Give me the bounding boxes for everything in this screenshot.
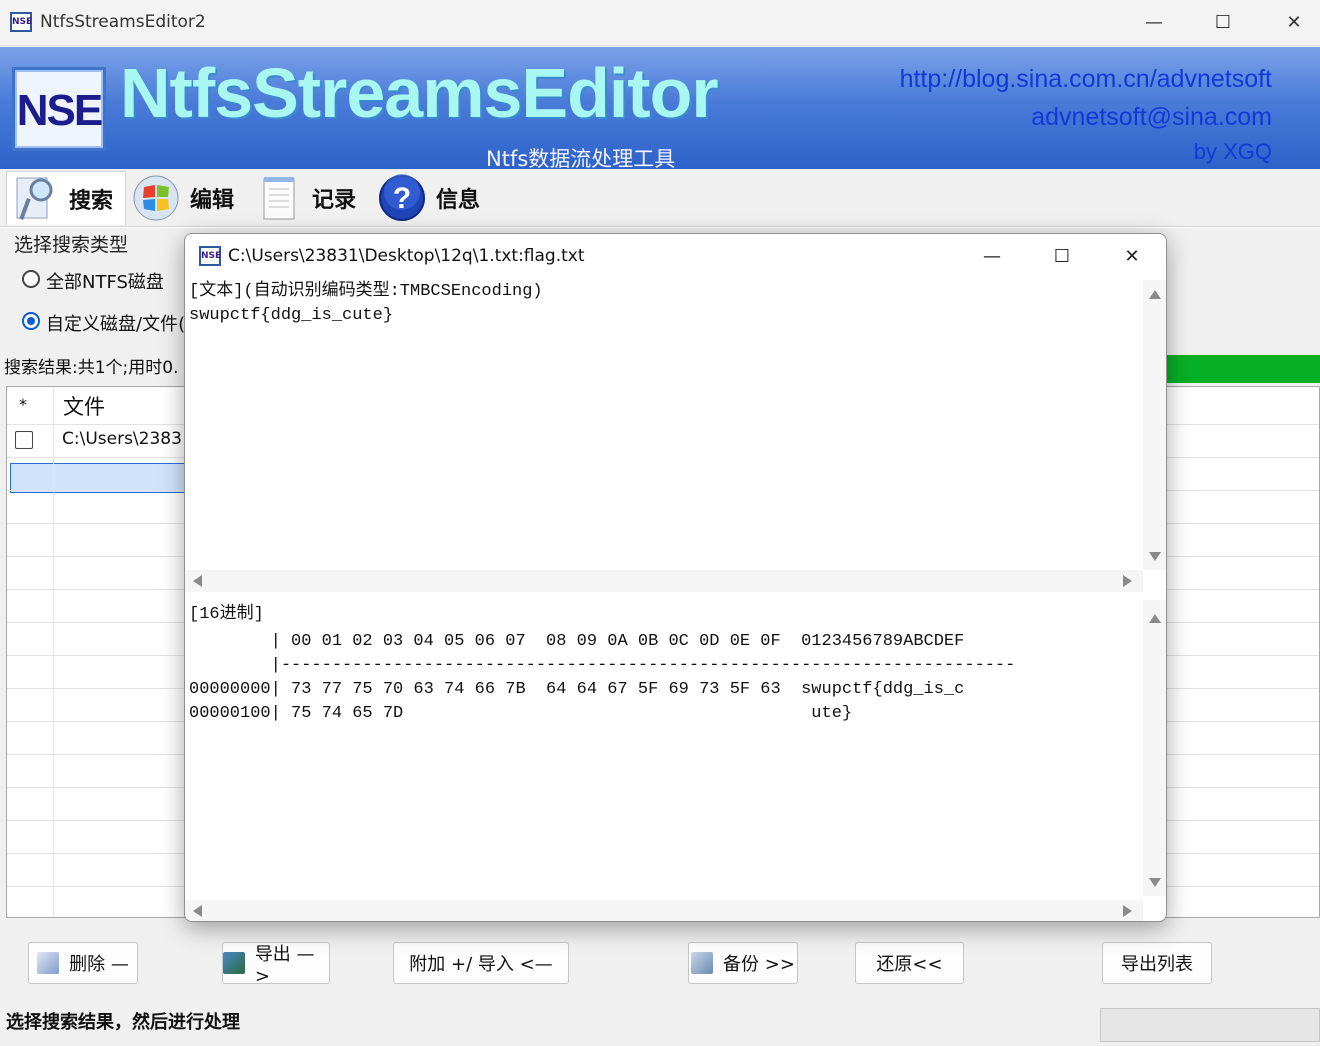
hex-row[interactable]: 00000100| 75 74 65 7D ute} [189,702,852,726]
hex-divider: |---------------------------------------… [189,656,1016,675]
stream-viewer-dialog: NSE C:\Users\23831\Desktop\12q\1.txt:fla… [184,233,1167,922]
nse-app-icon: NSE [10,12,32,32]
scroll-down-icon[interactable] [1149,878,1161,887]
radio-all-ntfs-label: 全部NTFS磁盘 [46,272,164,293]
backup-icon [691,952,714,974]
maximize-button[interactable]: ☐ [1203,8,1243,38]
row-checkbox[interactable] [15,431,33,449]
dialog-close-button[interactable]: ✕ [1112,242,1152,272]
tab-search-label: 搜索 [69,188,114,214]
status-panel [1100,1008,1320,1042]
author-credit: by XGQ [1193,139,1272,164]
svg-text:?: ? [393,182,411,215]
progress-bar [1166,355,1320,383]
app-banner: NSE NtfsStreamsEditor Ntfs数据流处理工具 http:/… [0,47,1320,171]
export-icon [223,952,245,974]
main-titlebar: NSE NtfsStreamsEditor2 — ☐ ✕ [0,0,1320,46]
col-file-header[interactable]: 文件 [63,391,105,421]
main-toolbar: 搜索 编辑 记录 ? 信息 [0,169,1320,227]
col-star-header: * [19,395,27,414]
nse-app-icon: NSE [199,246,221,266]
radio-custom-label: 自定义磁盘/文件( [46,314,186,335]
radio-custom[interactable] [22,312,40,330]
export-button[interactable]: 导出 —> [222,942,330,987]
scroll-left-icon[interactable] [193,905,202,917]
text-pane-hscrollbar[interactable] [185,570,1143,592]
scroll-right-icon[interactable] [1123,905,1132,917]
dialog-minimize-button[interactable]: — [972,242,1012,272]
nse-logo: NSE [12,67,106,151]
delete-button[interactable]: 删除 — [28,942,138,984]
hex-pane[interactable]: [16进制] | 00 01 02 03 04 05 06 07 08 09 0… [185,600,1166,900]
help-question-icon: ? [379,174,425,221]
close-button[interactable]: ✕ [1274,8,1314,38]
scroll-up-icon[interactable] [1149,290,1161,299]
hex-pane-vscrollbar[interactable] [1143,600,1166,896]
restore-button[interactable]: 还原<< [855,942,964,984]
window-title: NtfsStreamsEditor2 [40,12,206,32]
scroll-right-icon[interactable] [1123,575,1132,587]
notepad-icon [263,177,295,220]
hex-pane-hscrollbar[interactable] [185,900,1143,921]
export-list-button[interactable]: 导出列表 [1102,942,1212,984]
tab-edit-label: 编辑 [190,188,235,213]
column-divider [53,387,54,917]
tab-record[interactable]: 记录 [258,171,370,225]
dialog-maximize-button[interactable]: ☐ [1042,242,1082,272]
backup-button[interactable]: 备份 >> [688,942,798,984]
attach-import-button[interactable]: 附加 +/ 导入 <— [393,942,569,984]
tab-search[interactable]: 搜索 [6,171,126,225]
status-text: 选择搜索结果，然后进行处理 [6,1012,240,1033]
text-pane-header: [文本](自动识别编码类型:TMBCSEncoding) [189,282,543,301]
tab-info[interactable]: ? 信息 [378,171,490,225]
brand-title: NtfsStreamsEditor [120,54,719,132]
text-pane-vscrollbar[interactable] [1143,280,1166,570]
tab-info-label: 信息 [436,188,481,213]
tab-edit[interactable]: 编辑 [132,171,244,225]
search-type-label: 选择搜索类型 [14,234,129,256]
search-result-summary: 搜索结果:共1个;用时0. [4,358,179,378]
scroll-up-icon[interactable] [1149,614,1161,623]
dialog-titlebar: NSE C:\Users\23831\Desktop\12q\1.txt:fla… [185,234,1166,280]
delete-icon [37,952,60,974]
minimize-button[interactable]: — [1134,8,1174,38]
windows-orb-icon [133,175,179,221]
scroll-down-icon[interactable] [1149,552,1161,561]
hex-row[interactable]: 00000000| 73 77 75 70 63 74 66 7B 64 64 … [189,678,964,702]
hex-pane-header: [16进制] [189,605,264,624]
radio-all-ntfs[interactable] [22,270,40,288]
dialog-title: C:\Users\23831\Desktop\12q\1.txt:flag.tx… [228,246,585,266]
tab-record-label: 记录 [312,188,357,213]
hex-column-header: | 00 01 02 03 04 05 06 07 08 09 0A 0B 0C… [189,632,965,651]
scroll-left-icon[interactable] [193,575,202,587]
text-pane[interactable]: [文本](自动识别编码类型:TMBCSEncoding) swupctf{ddg… [185,280,1166,580]
file-path-cell: C:\Users\2383 [62,429,182,449]
text-pane-content[interactable]: swupctf{ddg_is_cute} [189,304,393,328]
magnifier-document-icon [16,177,53,220]
blog-link[interactable]: http://blog.sina.com.cn/advnetsoft [900,65,1272,94]
email-link[interactable]: advnetsoft@sina.com [1031,103,1272,132]
